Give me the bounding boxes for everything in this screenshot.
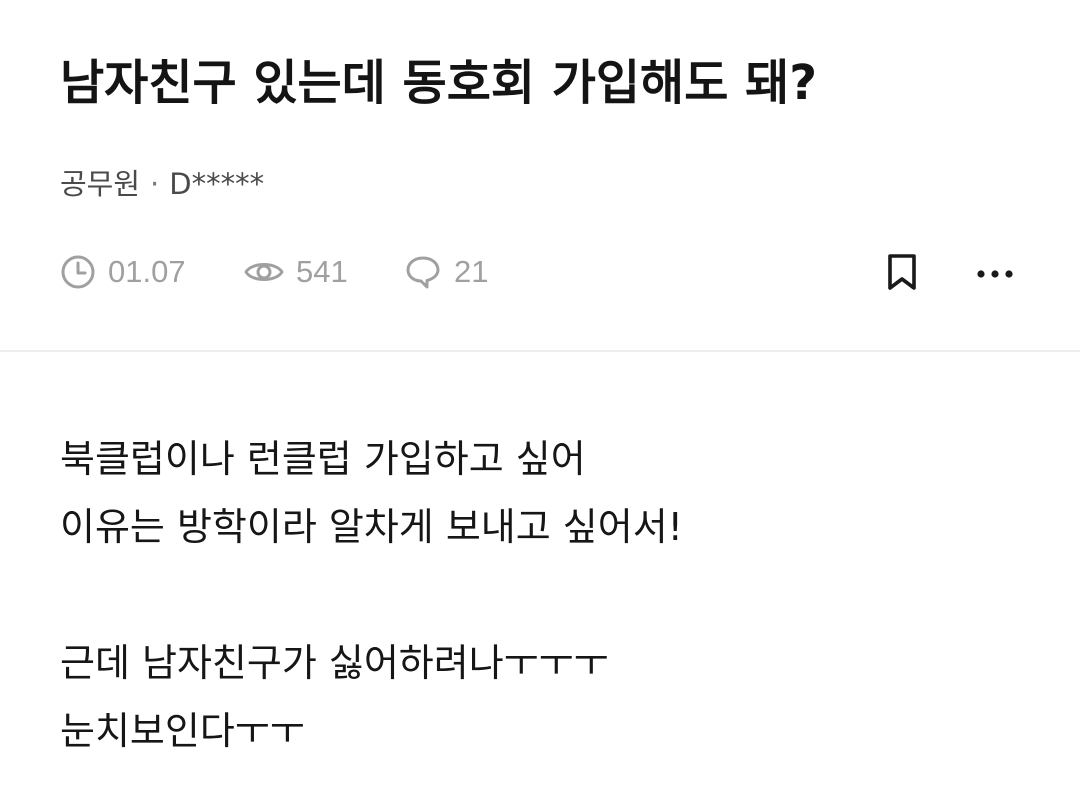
body-line: 눈치보인다ㅜㅜ bbox=[60, 709, 305, 753]
bookmark-button[interactable] bbox=[880, 252, 924, 296]
post-title: 남자친구 있는데 동호회 가입해도 돼? bbox=[60, 55, 818, 111]
bookmark-icon bbox=[885, 252, 919, 296]
meta-comments[interactable]: 21 bbox=[404, 248, 524, 296]
clock-icon bbox=[60, 254, 96, 290]
author-name: D***** bbox=[169, 167, 265, 201]
body-blank-line bbox=[60, 561, 1040, 629]
view-count: 541 bbox=[296, 254, 348, 289]
divider bbox=[0, 350, 1080, 352]
author-separator: · bbox=[150, 167, 160, 201]
meta-views: 541 bbox=[244, 248, 404, 296]
speech-bubble-icon bbox=[404, 254, 442, 290]
meta-date: 01.07 bbox=[60, 248, 244, 296]
comment-count: 21 bbox=[454, 254, 489, 289]
author-job: 공무원 bbox=[60, 167, 141, 201]
post-body: 북클럽이나 런클럽 가입하고 싶어 이유는 방학이라 알차게 보내고 싶어서! … bbox=[60, 425, 1040, 765]
more-options-button[interactable] bbox=[972, 252, 1018, 296]
post-date: 01.07 bbox=[108, 254, 186, 289]
more-dots-icon bbox=[975, 265, 1015, 284]
post-meta: 01.07 541 21 bbox=[60, 248, 524, 296]
eye-icon bbox=[244, 254, 284, 290]
body-line: 북클럽이나 런클럽 가입하고 싶어 bbox=[60, 437, 586, 481]
body-line: 근데 남자친구가 싫어하려나ㅜㅜㅜ bbox=[60, 641, 609, 685]
author-info: 공무원 · D***** bbox=[60, 162, 264, 206]
body-line: 이유는 방학이라 알차게 보내고 싶어서! bbox=[60, 505, 683, 549]
